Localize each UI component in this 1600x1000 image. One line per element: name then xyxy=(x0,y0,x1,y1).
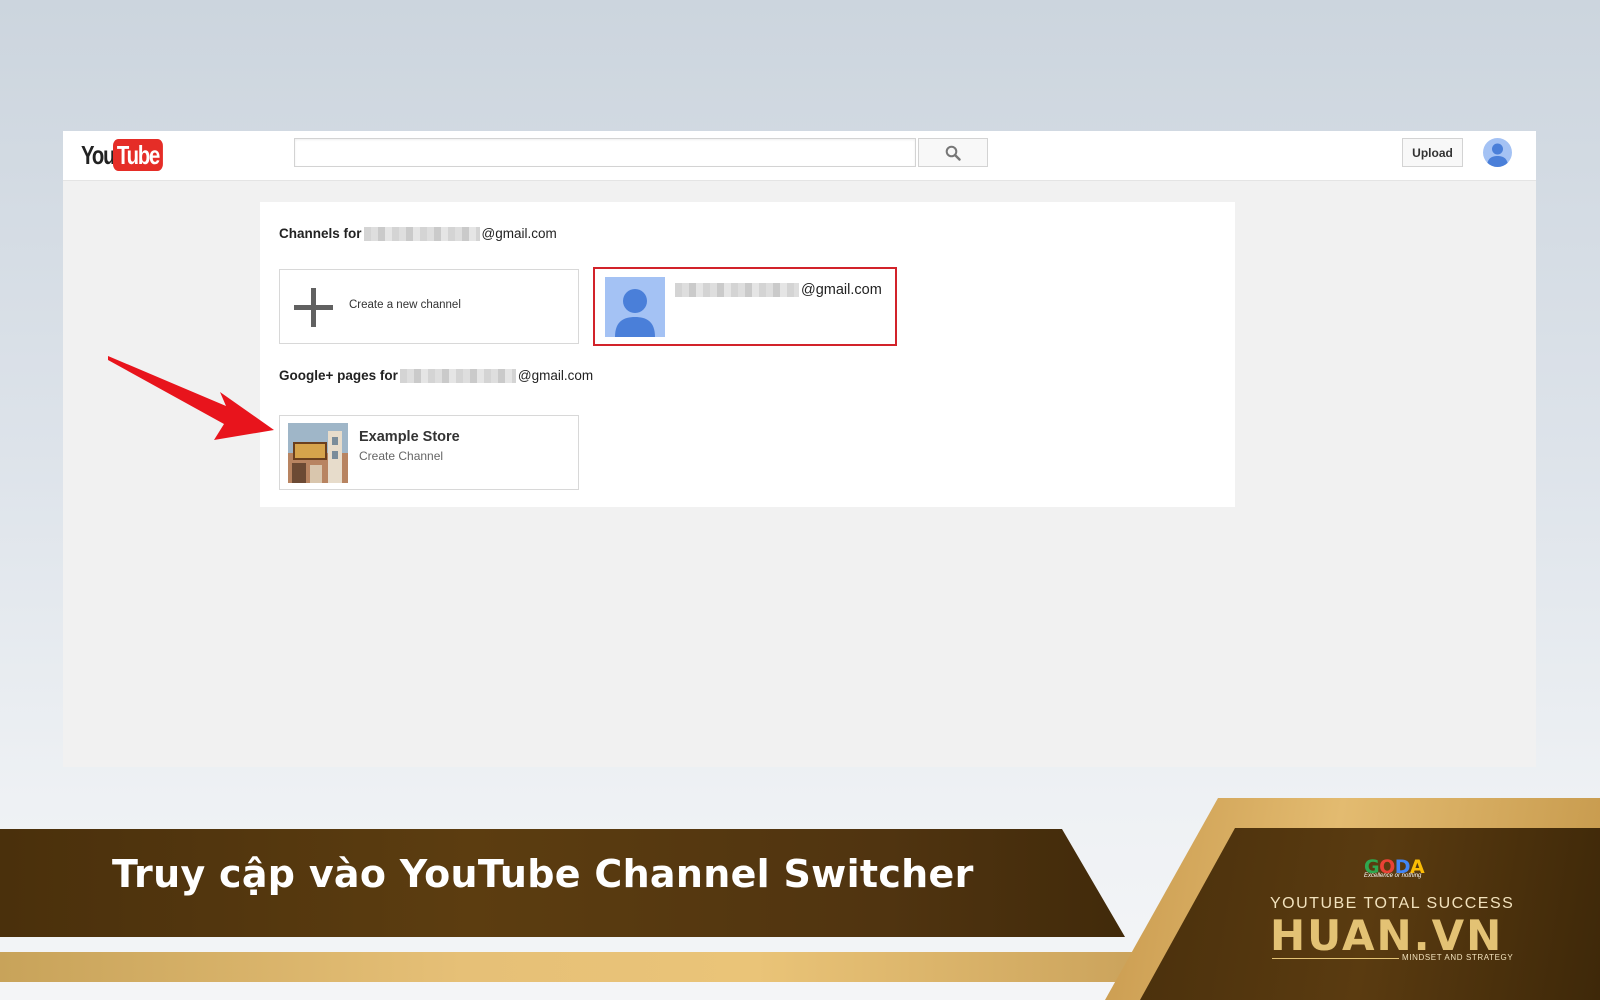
user-avatar[interactable] xyxy=(1483,138,1512,167)
storefront-image xyxy=(288,423,348,483)
logo-you-text: You xyxy=(81,139,115,170)
store-thumbnail xyxy=(288,423,348,483)
plus-icon xyxy=(294,288,333,327)
store-name: Example Store xyxy=(359,429,460,445)
person-icon xyxy=(1487,143,1508,167)
search-icon xyxy=(945,145,961,161)
account-email-suffix: @gmail.com xyxy=(801,282,882,298)
create-channel-link[interactable]: Create Channel xyxy=(359,449,443,463)
top-bar: You Tube Upload xyxy=(63,131,1536,181)
youtube-screenshot: You Tube Upload Channels for @gmail.com … xyxy=(63,131,1536,767)
search-input[interactable] xyxy=(294,138,916,167)
goda-tagline: Excellence or nothing xyxy=(1364,873,1422,879)
channels-heading-label: Channels for xyxy=(279,226,362,241)
logo-tube-text: Tube xyxy=(113,139,164,171)
red-pointer-arrow-icon xyxy=(108,356,274,440)
account-channel-card[interactable]: @gmail.com xyxy=(593,267,897,346)
person-icon xyxy=(615,289,655,337)
slogan: MINDSET AND STRATEGY xyxy=(1402,953,1514,962)
pages-heading-email: @gmail.com xyxy=(517,368,594,383)
slogan-divider xyxy=(1272,958,1399,959)
channel-switcher-panel: Channels for @gmail.com Create a new cha… xyxy=(260,202,1235,507)
youtube-logo[interactable]: You Tube xyxy=(81,139,177,171)
account-avatar xyxy=(605,277,665,337)
banner-gold-stripe xyxy=(0,952,1160,982)
channels-heading: Channels for @gmail.com xyxy=(279,226,557,241)
pages-heading: Google+ pages for @gmail.com xyxy=(279,368,593,383)
redacted-email xyxy=(399,368,516,383)
example-store-card[interactable]: Example Store Create Channel xyxy=(279,415,579,490)
create-channel-card[interactable]: Create a new channel xyxy=(279,269,579,344)
redacted-email xyxy=(363,226,480,241)
account-email: @gmail.com xyxy=(675,282,882,298)
channels-heading-email: @gmail.com xyxy=(481,226,557,241)
create-channel-label: Create a new channel xyxy=(349,299,461,311)
pages-heading-label: Google+ pages for xyxy=(279,368,398,383)
banner-title: Truy cập vào YouTube Channel Switcher xyxy=(112,852,974,896)
search-button[interactable] xyxy=(918,138,988,167)
redacted-email xyxy=(675,283,799,297)
upload-button[interactable]: Upload xyxy=(1402,138,1463,167)
